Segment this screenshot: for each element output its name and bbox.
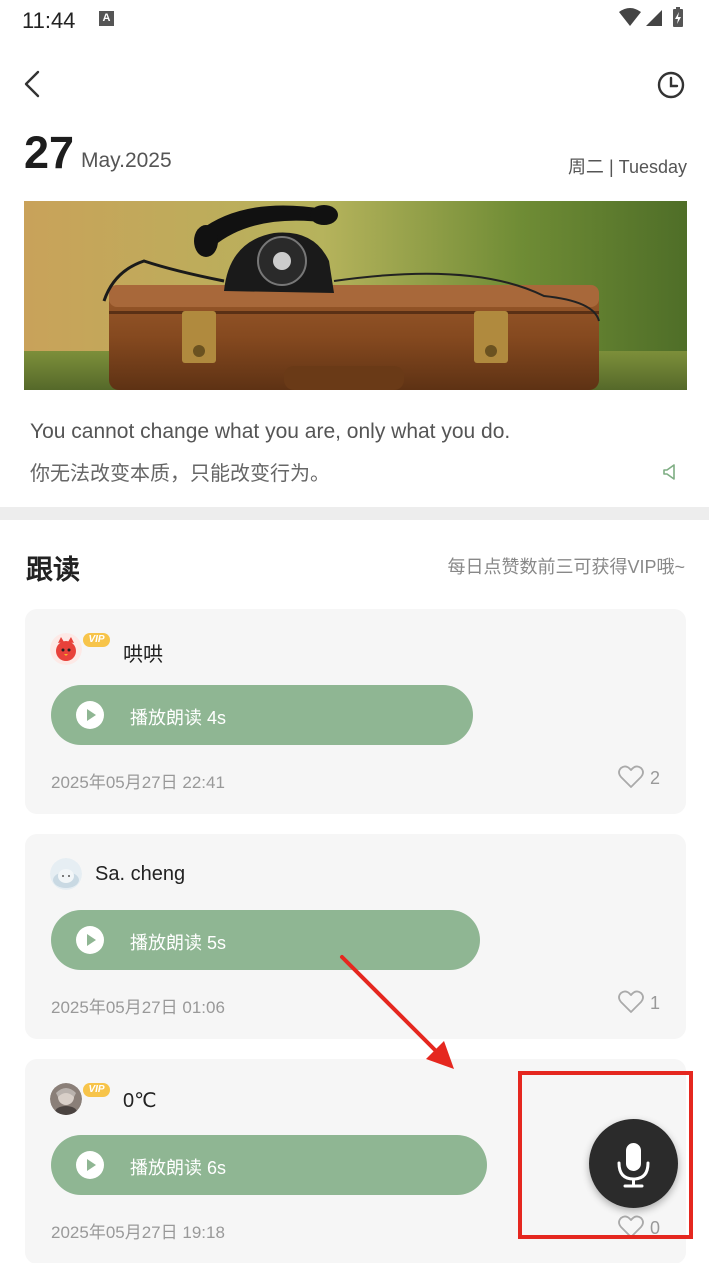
- like-count: 0: [650, 1218, 661, 1238]
- history-button[interactable]: [653, 67, 689, 103]
- record-button[interactable]: [589, 1119, 678, 1208]
- avatar[interactable]: [50, 858, 82, 890]
- system-icons: [619, 7, 689, 36]
- like-button[interactable]: [617, 764, 645, 790]
- vip-badge: VIP: [83, 633, 110, 647]
- username: 0℃: [123, 1090, 157, 1112]
- notification-icon: A: [99, 11, 114, 26]
- timestamp: 2025年05月27日 22:41: [51, 773, 225, 792]
- timestamp: 2025年05月27日 01:06: [51, 998, 225, 1017]
- play-icon: [76, 1151, 104, 1179]
- heart-icon: [618, 765, 644, 788]
- like-count: 2: [650, 768, 661, 788]
- play-button[interactable]: 播放朗读 4s: [51, 685, 473, 745]
- status-bar: 11:44 A: [0, 0, 709, 40]
- play-button[interactable]: 播放朗读 6s: [51, 1135, 487, 1195]
- wifi-icon: [619, 8, 641, 26]
- play-button[interactable]: 播放朗读 5s: [51, 910, 480, 970]
- chevron-left-icon: [24, 70, 40, 98]
- reading-card: VIP 0℃ 播放朗读 6s 2025年05月27日 19:18 0: [25, 1059, 686, 1263]
- reading-card: VIP 哄哄 播放朗读 4s 2025年05月27日 22:41 2: [25, 609, 686, 814]
- username: Sa. cheng: [95, 863, 186, 885]
- signal-icon: [646, 10, 662, 26]
- timestamp: 2025年05月27日 19:18: [51, 1223, 225, 1242]
- date-weekday: 周二 | Tuesday: [567, 157, 687, 177]
- date-month-year: May.2025: [81, 149, 172, 172]
- reading-card: Sa. cheng 播放朗读 5s 2025年05月27日 01:06 1: [25, 834, 686, 1039]
- daily-photo: [24, 201, 687, 390]
- back-button[interactable]: [16, 66, 52, 102]
- speaker-icon: [663, 464, 675, 480]
- quote-chinese: 你无法改变本质，只能改变行为。: [30, 463, 330, 485]
- microphone-icon: [617, 1143, 650, 1188]
- speaker-button[interactable]: [660, 462, 680, 482]
- avatar[interactable]: [50, 1083, 82, 1115]
- quote-english: You cannot change what you are, only wha…: [30, 420, 511, 443]
- play-label: 播放朗读 4s: [130, 708, 227, 728]
- status-time: 11:44: [22, 8, 76, 33]
- heart-icon: [618, 1215, 644, 1238]
- clock-icon: [657, 71, 685, 99]
- like-button[interactable]: [617, 1214, 645, 1240]
- play-icon: [76, 926, 104, 954]
- vip-badge: VIP: [83, 1083, 110, 1097]
- section-divider: [0, 507, 709, 520]
- section-tip: 每日点赞数前三可获得VIP哦~: [447, 557, 685, 577]
- like-button[interactable]: [617, 989, 645, 1015]
- date-day: 27: [24, 127, 75, 178]
- play-icon: [76, 701, 104, 729]
- username: 哄哄: [123, 644, 163, 666]
- play-label: 播放朗读 5s: [130, 933, 227, 953]
- like-count: 1: [650, 993, 661, 1013]
- section-title: 跟读: [26, 555, 80, 585]
- play-label: 播放朗读 6s: [130, 1158, 227, 1178]
- heart-icon: [618, 990, 644, 1013]
- avatar[interactable]: [50, 633, 82, 665]
- battery-icon: [673, 7, 683, 27]
